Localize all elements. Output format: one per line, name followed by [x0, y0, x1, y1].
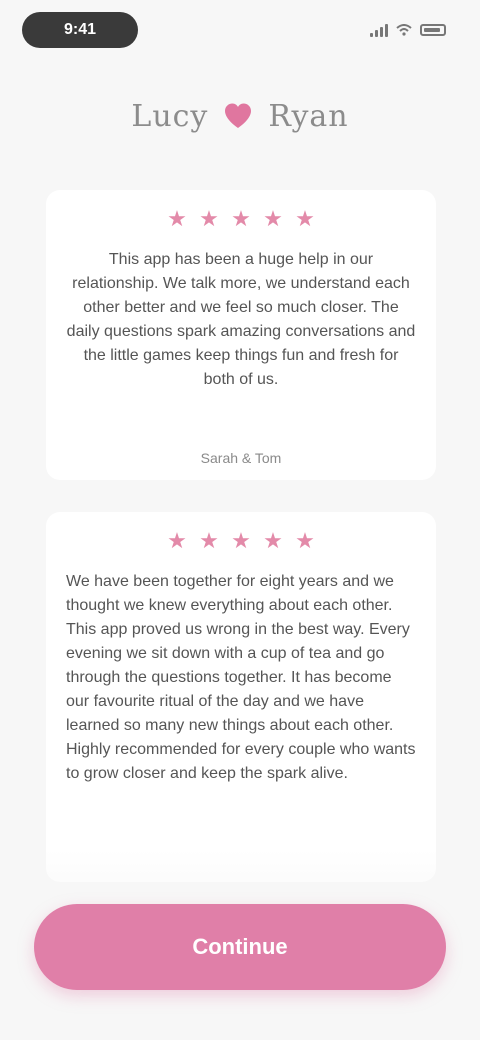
- review-text: We have been together for eight years an…: [66, 573, 416, 782]
- star-icon: ★: [199, 206, 219, 231]
- screen: 9:41 Lucy Ryan ★ ★ ★ ★ ★ This app has been a…: [0, 0, 480, 1040]
- review-card: ★ ★ ★ ★ ★ This app has been a huge help in o…: [46, 190, 436, 480]
- star-icon: ★: [295, 528, 315, 553]
- star-icon: ★: [231, 528, 251, 553]
- star-rating: ★ ★ ★ ★ ★: [46, 530, 436, 554]
- reviewer-name: Sarah & Tom: [200, 450, 282, 466]
- star-icon: ★: [295, 206, 315, 231]
- star-icon: ★: [167, 206, 187, 231]
- review-text: This app has been a huge help in our rel…: [66, 251, 416, 388]
- battery-icon: [420, 24, 446, 36]
- couple-name-left: Lucy: [131, 98, 209, 134]
- continue-button[interactable]: Continue: [34, 904, 446, 990]
- status-bar: 9:41: [0, 0, 480, 60]
- status-time: 9:41: [22, 12, 138, 48]
- heart-icon: [225, 103, 252, 128]
- star-icon: ★: [199, 528, 219, 553]
- wifi-icon: [396, 24, 412, 36]
- status-icons: [356, 20, 446, 40]
- app-header: Lucy Ryan: [0, 92, 480, 140]
- star-icon: ★: [263, 528, 283, 553]
- star-icon: ★: [167, 528, 187, 553]
- star-icon: ★: [231, 206, 251, 231]
- couple-name-right: Ryan: [268, 98, 349, 134]
- review-card: ★ ★ ★ ★ ★ We have been together for eight ye…: [46, 512, 436, 882]
- star-icon: ★: [263, 206, 283, 231]
- star-rating: ★ ★ ★ ★ ★: [46, 208, 436, 232]
- signal-icon: [370, 23, 388, 37]
